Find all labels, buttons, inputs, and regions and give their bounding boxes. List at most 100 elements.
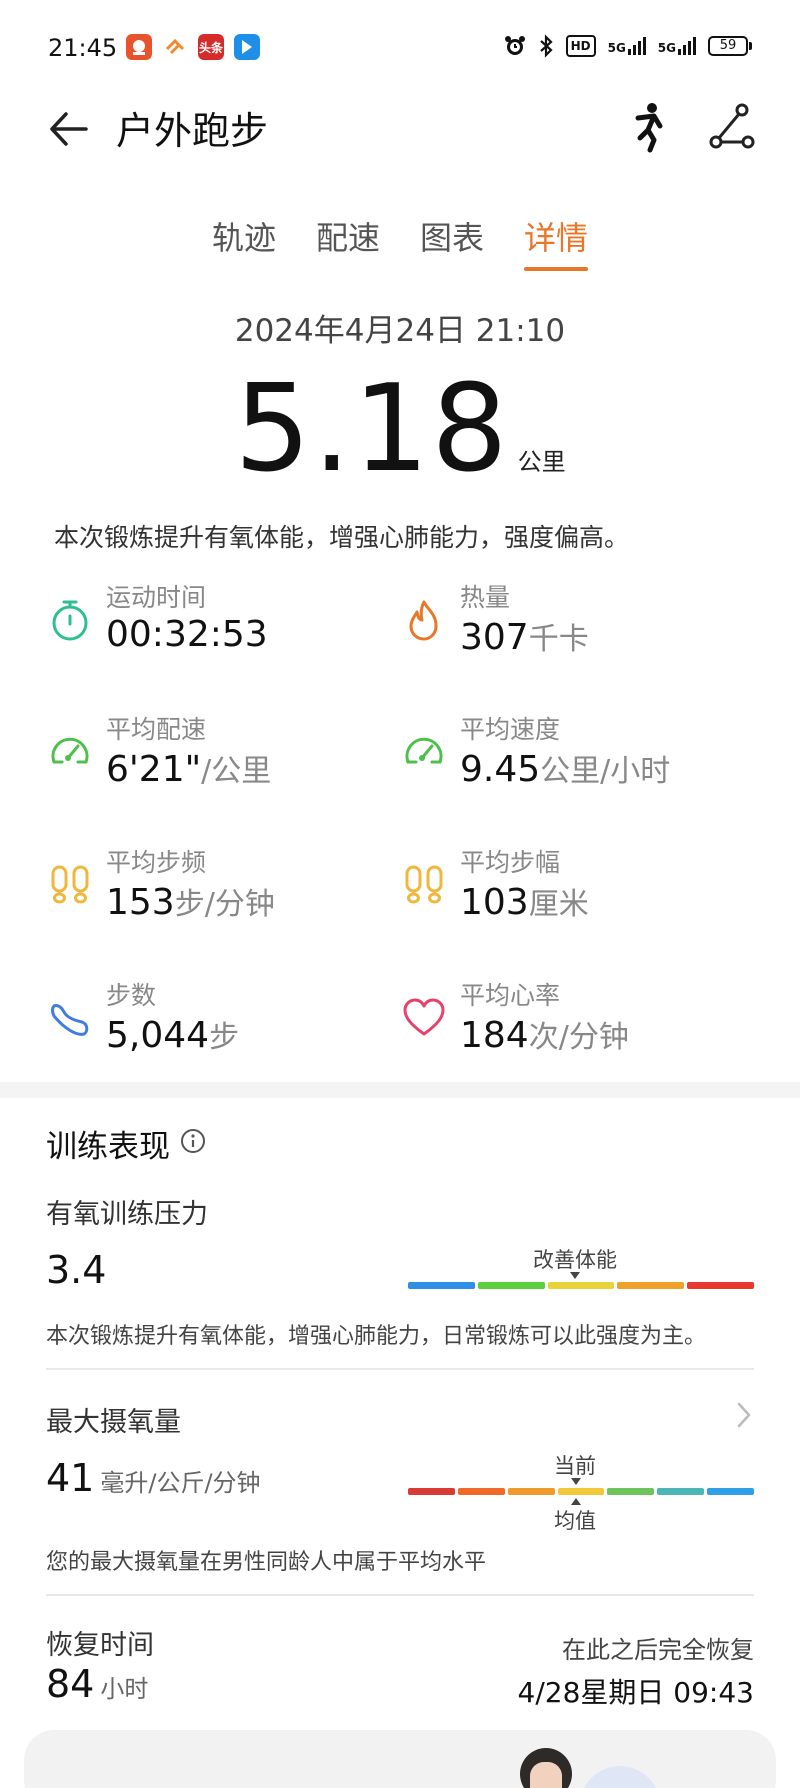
recovery-info: 在此之后完全恢复 4/28星期日 09:43 <box>518 1630 754 1711</box>
distance-unit: 公里 <box>517 448 566 476</box>
notification-app-icon <box>162 34 188 60</box>
recovery-unit: 小时 <box>100 1675 149 1703</box>
scale-segment <box>557 1488 605 1495</box>
info-icon[interactable] <box>180 1128 206 1154</box>
stopwatch-icon <box>52 600 88 641</box>
training-section-title: 训练表现 <box>46 1129 170 1165</box>
aerobic-load-description: 本次锻炼提升有氧体能，增强心肺能力，日常锻炼可以此强度为主。 <box>46 1324 707 1349</box>
metric-number: 184 <box>460 1015 529 1056</box>
page-title: 户外跑步 <box>116 109 269 153</box>
metric-number: 6'21" <box>106 749 202 790</box>
metric-avg-pace: 平均配速 6'21"/公里 <box>48 710 378 810</box>
speedometer-icon <box>405 737 443 764</box>
metric-value: 153步/分钟 <box>106 879 275 923</box>
scale-segment <box>547 1282 615 1289</box>
vo2max-average-label: 均值 <box>554 1509 596 1533</box>
workout-datetime: 2024年4月24日 21:10 <box>234 313 566 349</box>
footprints-icon <box>405 865 443 904</box>
metric-avg-stride: 平均步幅 103厘米 <box>402 843 732 943</box>
recovery-time: 4/28星期日 09:43 <box>517 1676 754 1709</box>
metric-label: 运动时间 <box>106 583 207 612</box>
notification-app-icon <box>126 34 152 60</box>
section-divider <box>0 1082 800 1098</box>
tab-details[interactable]: 详情 <box>524 213 589 271</box>
metric-avg-heart-rate: 平均心率 184次/分钟 <box>402 976 732 1076</box>
metric-unit: 千卡 <box>528 622 589 657</box>
metric-number: 153 <box>106 882 175 923</box>
metric-label: 平均速度 <box>460 715 561 744</box>
bluetooth-icon <box>539 34 553 58</box>
metric-label: 平均心率 <box>460 981 561 1010</box>
speedometer-icon <box>51 737 89 764</box>
metric-number: 5,044 <box>106 1015 210 1056</box>
signal-5g-icon: 5G <box>608 37 646 55</box>
metric-number: 9.45 <box>460 749 541 790</box>
scale-segment <box>657 1488 705 1495</box>
vo2max-scale <box>408 1488 755 1495</box>
shoe-icon <box>51 1004 89 1036</box>
chevron-right-icon[interactable] <box>734 1400 754 1430</box>
bottom-card <box>24 1730 776 1788</box>
metric-label: 步数 <box>106 981 157 1010</box>
network-type-label: 5G <box>657 41 676 55</box>
metric-value: 5,044步 <box>106 1012 239 1056</box>
tab-track[interactable]: 轨迹 <box>212 213 276 271</box>
vo2max-number: 41 <box>46 1456 95 1500</box>
vo2max-unit: 毫升/公斤/分钟 <box>100 1469 261 1497</box>
scale-segment <box>687 1282 754 1289</box>
metric-number: 103 <box>460 882 529 923</box>
distance-value: 5.18 <box>234 360 510 499</box>
vo2max-average-marker <box>571 1498 581 1505</box>
metric-unit: 步 <box>209 1020 240 1055</box>
scale-segment <box>507 1488 555 1495</box>
status-time: 21:45 <box>48 34 118 62</box>
scale-segment <box>408 1488 455 1495</box>
metric-unit: 厘米 <box>528 887 589 922</box>
tab-pace[interactable]: 配速 <box>316 213 380 271</box>
vo2max-description: 您的最大摄氧量在男性同龄人中属于平均水平 <box>46 1550 487 1575</box>
scale-segment <box>457 1488 505 1495</box>
vo2max-current-marker <box>571 1478 581 1485</box>
aerobic-load-value: 3.4 <box>46 1248 107 1292</box>
metric-label: 平均配速 <box>106 715 207 744</box>
aerobic-marker-label: 改善体能 <box>533 1248 617 1272</box>
metric-duration: 运动时间 00:32:53 <box>48 578 378 678</box>
status-icons: HD 5G 5G 59 <box>504 34 752 58</box>
notification-icons: 头条 <box>126 34 260 60</box>
battery-icon: 59 <box>708 36 752 56</box>
metric-value: 307千卡 <box>460 614 589 658</box>
metric-value: 00:32:53 <box>106 614 268 655</box>
metric-value: 9.45公里/小时 <box>460 746 670 790</box>
metric-unit: 步/分钟 <box>174 887 275 922</box>
battery-level: 59 <box>708 36 748 56</box>
metric-label: 热量 <box>460 583 511 612</box>
scale-segment <box>408 1282 475 1289</box>
metric-avg-cadence: 平均步频 153步/分钟 <box>48 843 378 943</box>
vo2max-label[interactable]: 最大摄氧量 <box>46 1400 181 1439</box>
aerobic-load-scale <box>408 1282 754 1289</box>
metric-calories: 热量 307千卡 <box>402 578 732 678</box>
metric-number: 307 <box>460 617 529 658</box>
tab-charts[interactable]: 图表 <box>420 213 484 271</box>
footprints-icon <box>51 865 89 904</box>
metric-label: 平均步幅 <box>460 848 561 877</box>
vo2max-value: 41 毫升/公斤/分钟 <box>46 1456 261 1500</box>
heart-icon <box>403 998 445 1036</box>
status-bar: 21:45 头条 HD 5G 5G 59 <box>0 0 800 96</box>
row-divider <box>46 1594 754 1596</box>
tab-bar: 轨迹 配速 图表 详情 <box>0 213 800 271</box>
network-type-label: 5G <box>607 41 626 55</box>
recovery-note: 在此之后完全恢复 <box>562 1636 754 1664</box>
share-route-icon[interactable] <box>706 100 756 154</box>
running-pose-icon[interactable] <box>620 100 670 154</box>
metric-unit: 次/分钟 <box>528 1020 629 1055</box>
notification-app-icon <box>234 34 260 60</box>
back-arrow-icon[interactable] <box>44 104 94 154</box>
metric-avg-speed: 平均速度 9.45公里/小时 <box>402 710 732 810</box>
workout-summary: 本次锻炼提升有氧体能，增强心肺能力，强度偏高。 <box>54 523 630 552</box>
flame-icon <box>409 600 438 641</box>
metric-value: 103厘米 <box>460 879 589 923</box>
hd-badge: HD <box>565 35 596 57</box>
vo2max-current-label: 当前 <box>554 1454 596 1478</box>
aerobic-load-label: 有氧训练压力 <box>46 1199 208 1230</box>
